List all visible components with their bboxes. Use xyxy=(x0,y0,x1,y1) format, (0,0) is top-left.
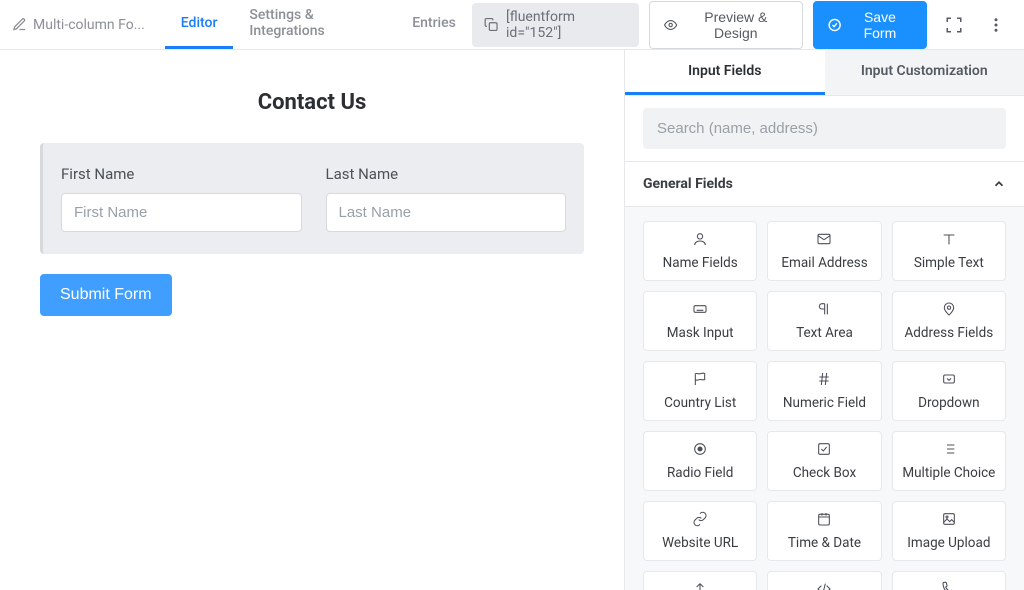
last-name-input[interactable] xyxy=(326,193,567,232)
field-tile-email-address[interactable]: Email Address xyxy=(767,221,881,281)
more-vertical-icon xyxy=(987,16,1005,34)
field-grid: Name Fields Email Address Simple Text Mask … xyxy=(625,207,1024,590)
field-tile-file-upload[interactable]: File Upload xyxy=(643,571,757,590)
field-tile-address-fields[interactable]: Address Fields xyxy=(892,291,1006,351)
phone-icon xyxy=(941,581,957,590)
submit-button[interactable]: Submit Form xyxy=(40,274,172,316)
field-tile-image-upload[interactable]: Image Upload xyxy=(892,501,1006,561)
field-tile-label: Time & Date xyxy=(788,535,861,551)
form-title[interactable]: Multi-column Fo... xyxy=(12,17,145,33)
topbar-right: [fluentform id="152"] Preview & Design S… xyxy=(472,1,1012,49)
keyboard-icon xyxy=(692,301,708,321)
eye-icon xyxy=(664,18,677,32)
field-tile-label: Dropdown xyxy=(918,395,980,411)
shortcode-text: [fluentform id="152"] xyxy=(506,9,627,41)
form-column-last-name[interactable]: Last Name xyxy=(326,165,567,232)
fullscreen-button[interactable] xyxy=(937,8,969,42)
checkbox-icon xyxy=(816,441,832,461)
form-row[interactable]: First Name Last Name xyxy=(40,143,584,254)
preview-button[interactable]: Preview & Design xyxy=(649,1,803,49)
field-tile-label: Numeric Field xyxy=(783,395,866,411)
check-circle-icon xyxy=(828,18,841,32)
field-label: Last Name xyxy=(326,165,567,183)
upload-icon xyxy=(692,581,708,590)
field-tile-label: Image Upload xyxy=(907,535,990,551)
user-icon xyxy=(692,231,708,251)
field-tile-label: Website URL xyxy=(662,535,738,551)
field-tile-numeric-field[interactable]: Numeric Field xyxy=(767,361,881,421)
radio-icon xyxy=(692,441,708,461)
topbar: Multi-column Fo... Editor Settings & Int… xyxy=(0,0,1024,50)
link-icon xyxy=(692,511,708,531)
field-tile-label: Radio Field xyxy=(667,465,733,481)
field-tile-country-list[interactable]: Country List xyxy=(643,361,757,421)
text-icon xyxy=(941,231,957,251)
tab-editor[interactable]: Editor xyxy=(165,0,234,49)
field-tile-label: Text Area xyxy=(796,325,853,341)
field-tile-label: Simple Text xyxy=(914,255,984,271)
field-tile-label: Email Address xyxy=(781,255,867,271)
chevron-up-icon xyxy=(992,177,1006,191)
tab-entries[interactable]: Entries xyxy=(396,0,472,49)
field-tile-label: Check Box xyxy=(793,465,856,481)
field-search-input[interactable] xyxy=(643,108,1006,149)
section-title: General Fields xyxy=(643,176,733,192)
shortcode-pill[interactable]: [fluentform id="152"] xyxy=(472,3,639,47)
field-label: First Name xyxy=(61,165,302,183)
field-tile-label: Name Fields xyxy=(663,255,738,271)
form-column-first-name[interactable]: First Name xyxy=(61,165,302,232)
form-heading: Contact Us xyxy=(20,90,604,115)
pin-icon xyxy=(941,301,957,321)
nav-tabs: Editor Settings & Integrations Entries xyxy=(165,0,472,49)
sidebar: Input Fields Input Customization General… xyxy=(624,50,1024,590)
sidebar-tab-customization[interactable]: Input Customization xyxy=(825,50,1024,95)
field-tile-radio-field[interactable]: Radio Field xyxy=(643,431,757,491)
field-tile-simple-text[interactable]: Simple Text xyxy=(892,221,1006,281)
field-tile-phone-mobile-fi[interactable]: Phone/Mobile Fi... xyxy=(892,571,1006,590)
sidebar-tab-input-fields[interactable]: Input Fields xyxy=(625,50,825,95)
list-icon xyxy=(941,441,957,461)
calendar-icon xyxy=(816,511,832,531)
tab-settings[interactable]: Settings & Integrations xyxy=(233,0,396,49)
form-title-text: Multi-column Fo... xyxy=(33,17,145,33)
sidebar-tabs: Input Fields Input Customization xyxy=(625,50,1024,96)
field-tile-label: Address Fields xyxy=(904,325,993,341)
flag-icon xyxy=(692,371,708,391)
field-tile-name-fields[interactable]: Name Fields xyxy=(643,221,757,281)
more-button[interactable] xyxy=(980,8,1012,42)
fullscreen-icon xyxy=(945,16,963,34)
dropdown-icon xyxy=(941,371,957,391)
field-tile-multiple-choice[interactable]: Multiple Choice xyxy=(892,431,1006,491)
field-tile-check-box[interactable]: Check Box xyxy=(767,431,881,491)
field-tile-website-url[interactable]: Website URL xyxy=(643,501,757,561)
field-tile-dropdown[interactable]: Dropdown xyxy=(892,361,1006,421)
first-name-input[interactable] xyxy=(61,193,302,232)
save-button[interactable]: Save Form xyxy=(813,1,927,49)
copy-icon xyxy=(484,17,498,32)
hash-icon xyxy=(816,371,832,391)
code-icon xyxy=(816,581,832,590)
field-tile-custom-html[interactable]: Custom HTML xyxy=(767,571,881,590)
field-tile-text-area[interactable]: Text Area xyxy=(767,291,881,351)
field-tile-label: Multiple Choice xyxy=(902,465,995,481)
field-tile-label: Country List xyxy=(664,395,736,411)
content: Contact Us First Name Last Name Submit F… xyxy=(0,50,1024,590)
paragraph-icon xyxy=(816,301,832,321)
form-canvas: Contact Us First Name Last Name Submit F… xyxy=(0,50,624,590)
image-icon xyxy=(941,511,957,531)
search-wrap xyxy=(625,96,1024,161)
field-tile-mask-input[interactable]: Mask Input xyxy=(643,291,757,351)
mail-icon xyxy=(816,231,832,251)
section-general-fields[interactable]: General Fields xyxy=(625,161,1024,207)
field-tile-time-date[interactable]: Time & Date xyxy=(767,501,881,561)
edit-icon xyxy=(12,17,27,32)
field-tile-label: Mask Input xyxy=(667,325,734,341)
